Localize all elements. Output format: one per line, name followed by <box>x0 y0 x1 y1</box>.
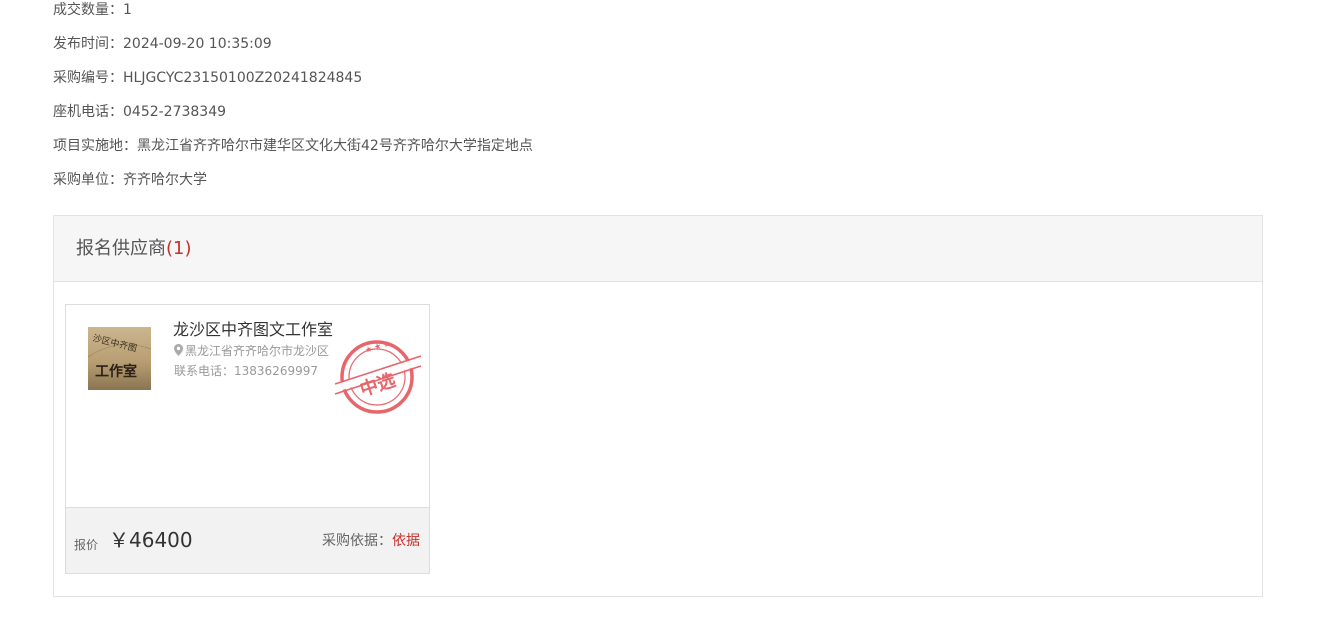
suppliers-panel-title: 报名供应商(1) <box>76 237 192 261</box>
deal-count-label: 成交数量： <box>53 2 123 18</box>
purchase-basis: 采购依据：依据 <box>322 531 420 551</box>
suppliers-count: (1) <box>166 238 192 259</box>
purchase-no-label: 采购编号： <box>53 70 123 86</box>
purchase-no-row: 采购编号：HLJGCYC23150100Z20241824845 <box>53 68 362 88</box>
svg-text:★: ★ <box>382 339 392 350</box>
stamp-text: 中选 <box>357 369 398 401</box>
purchaser-label: 采购单位： <box>53 172 123 188</box>
suppliers-panel-header: 报名供应商(1) <box>54 216 1262 282</box>
supplier-card-footer: 报价 ￥46400 采购依据：依据 <box>66 507 429 573</box>
location-label: 项目实施地： <box>53 138 137 154</box>
purchase-basis-label: 采购依据： <box>322 533 392 549</box>
purchase-basis-link[interactable]: 依据 <box>392 533 420 549</box>
deal-count-value: 1 <box>123 2 132 18</box>
location-value: 黑龙江省齐齐哈尔市建华区文化大街42号齐齐哈尔大学指定地点 <box>137 138 533 154</box>
publish-time-label: 发布时间： <box>53 36 123 52</box>
svg-text:★: ★ <box>364 344 374 355</box>
deal-count-row: 成交数量：1 <box>53 0 132 20</box>
purchaser-row: 采购单位：齐齐哈尔大学 <box>53 170 207 190</box>
supplier-address-text: 黑龙江省齐齐哈尔市龙沙区 <box>185 344 330 358</box>
supplier-phone-value: 13836269997 <box>234 364 318 378</box>
phone-value: 0452-2738349 <box>123 104 227 120</box>
price-label: 报价 <box>74 538 99 552</box>
phone-row: 座机电话：0452-2738349 <box>53 102 226 122</box>
suppliers-panel: 报名供应商(1) 沙区中齐图 工作室 龙沙区中齐图文工作室 黑龙江省齐齐哈尔市龙… <box>53 215 1263 597</box>
purchase-no-value: HLJGCYC23150100Z20241824845 <box>123 70 363 86</box>
selected-stamp-icon: ★ ★ ★ 中选 <box>329 337 425 417</box>
supplier-logo-main-text: 工作室 <box>95 363 137 380</box>
supplier-phone: 联系电话：13836269997 <box>174 362 318 380</box>
location-row: 项目实施地：黑龙江省齐齐哈尔市建华区文化大街42号齐齐哈尔大学指定地点 <box>53 136 533 156</box>
supplier-name[interactable]: 龙沙区中齐图文工作室 <box>173 319 333 341</box>
location-pin-icon <box>174 344 183 356</box>
supplier-phone-label: 联系电话： <box>174 364 235 378</box>
supplier-address: 黑龙江省齐齐哈尔市龙沙区 <box>174 342 329 360</box>
phone-label: 座机电话： <box>53 104 123 120</box>
price-value: ￥46400 <box>109 528 193 552</box>
supplier-card[interactable]: 沙区中齐图 工作室 龙沙区中齐图文工作室 黑龙江省齐齐哈尔市龙沙区 联系电话：1… <box>65 304 430 574</box>
supplier-logo: 沙区中齐图 工作室 <box>88 327 151 390</box>
publish-time-row: 发布时间：2024-09-20 10:35:09 <box>53 34 272 54</box>
publish-time-value: 2024-09-20 10:35:09 <box>123 36 272 52</box>
purchaser-value: 齐齐哈尔大学 <box>123 172 207 188</box>
suppliers-title-text: 报名供应商 <box>76 238 166 259</box>
